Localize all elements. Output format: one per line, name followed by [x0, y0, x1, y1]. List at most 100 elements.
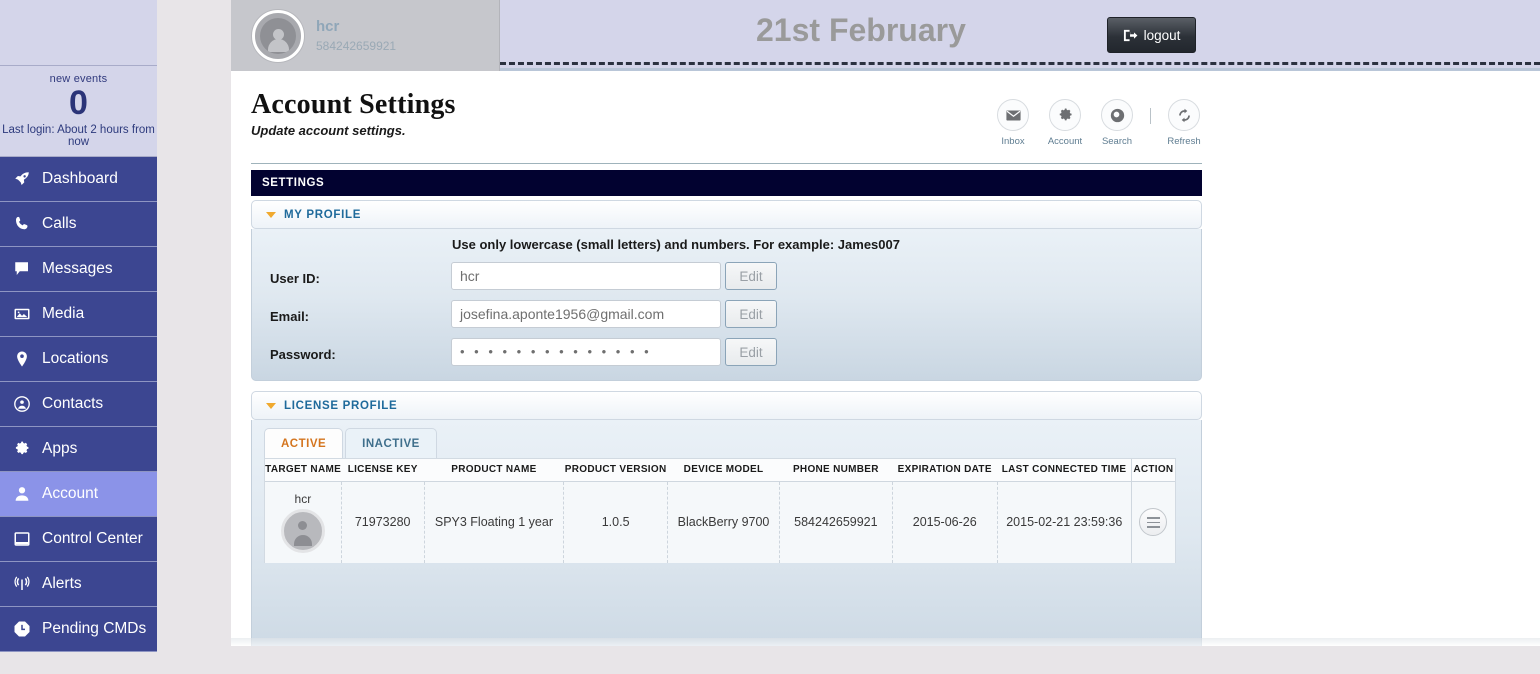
signal-tower-icon: [14, 576, 30, 590]
menu-lines-icon[interactable]: [1139, 508, 1168, 537]
gear-icon: [8, 438, 36, 460]
toolbar-item-refresh[interactable]: Refresh: [1158, 99, 1210, 147]
rocket-icon: [8, 168, 36, 190]
map-pin-icon: [8, 348, 36, 370]
cell-device-model: BlackBerry 9700: [667, 481, 781, 563]
sidebar-item-label: Messages: [42, 260, 113, 278]
sidebar-item-apps[interactable]: Apps: [0, 427, 157, 472]
edit-button[interactable]: Edit: [725, 300, 777, 328]
search-icon-button[interactable]: [1101, 99, 1133, 131]
settings-bar-title: SETTINGS: [262, 177, 325, 189]
toolbar-item-inbox[interactable]: Inbox: [987, 99, 1039, 147]
window-icon: [14, 532, 30, 546]
sidebar-item-label: Dashboard: [42, 170, 118, 188]
sidebar-item-contacts[interactable]: Contacts: [0, 382, 157, 427]
logout-arrow-icon: [1123, 29, 1138, 41]
sidebar-item-alerts[interactable]: Alerts: [0, 562, 157, 607]
edit-button[interactable]: Edit: [725, 262, 777, 290]
envelope-icon-button[interactable]: [997, 99, 1029, 131]
toolbar-item-search[interactable]: Search: [1091, 99, 1143, 147]
column-header: LICENSE KEY: [341, 459, 425, 482]
app-root: new events 0 Last login: About 2 hours f…: [0, 0, 1540, 674]
map-pin-icon: [17, 351, 27, 367]
profile-field-label: Password:: [270, 347, 336, 362]
top-header: hcr 584242659921 21st February logout: [231, 0, 1540, 71]
last-login-text: Last login: About 2 hours from now: [2, 124, 155, 148]
sidebar-events-box: new events 0 Last login: About 2 hours f…: [0, 66, 157, 157]
header-date: 21st February: [756, 12, 966, 48]
sidebar-item-label: Media: [42, 305, 85, 323]
clock-octagon-icon: [14, 621, 30, 637]
cell-phone-number: 584242659921: [779, 481, 893, 563]
phone-icon: [16, 216, 28, 230]
edit-button[interactable]: Edit: [725, 338, 777, 366]
profile-field-row: Password: • • • • • • • • • • • • • • Edit: [252, 338, 1201, 376]
header-user-box[interactable]: hcr 584242659921: [231, 0, 500, 71]
header-user-phone: 584242659921: [316, 38, 397, 53]
user-id-hint: Use only lowercase (small letters) and n…: [452, 237, 900, 252]
license-table: TARGET NAME LICENSE KEY PRODUCT NAME PRODUC…: [265, 459, 1175, 563]
sidebar-item-calls[interactable]: Calls: [0, 202, 157, 247]
profile-field-input[interactable]: • • • • • • • • • • • • • •: [451, 338, 721, 366]
sidebar-item-account[interactable]: Account: [0, 472, 157, 517]
sidebar-item-label: Alerts: [42, 575, 82, 593]
column-header: PRODUCT VERSION: [563, 459, 668, 482]
sidebar-item-control-center[interactable]: Control Center: [0, 517, 157, 562]
profile-field-label: User ID:: [270, 271, 320, 286]
sidebar-item-messages[interactable]: Messages: [0, 247, 157, 292]
sidebar-content-gap: [157, 0, 231, 646]
person-icon: [8, 483, 36, 505]
tab-inactive[interactable]: INACTIVE: [345, 428, 437, 458]
gear-icon-button[interactable]: [1049, 99, 1081, 131]
sidebar-item-label: Calls: [42, 215, 77, 233]
toolbar-item-label: Search: [1101, 136, 1133, 147]
my-profile-title: MY PROFILE: [284, 208, 362, 221]
my-profile-body: Use only lowercase (small letters) and n…: [251, 229, 1202, 381]
my-profile-section-header[interactable]: MY PROFILE: [251, 200, 1202, 229]
logout-button[interactable]: logout: [1107, 17, 1196, 53]
window-icon: [8, 528, 36, 550]
chevron-down-icon: [266, 211, 276, 218]
sidebar-item-media[interactable]: Media: [0, 292, 157, 337]
signal-tower-icon: [8, 573, 36, 595]
clock-octagon-icon: [8, 618, 36, 640]
refresh-icon-button[interactable]: [1168, 99, 1200, 131]
search-icon: [1110, 108, 1124, 122]
header-date-box: 21st February logout: [500, 0, 1540, 71]
toolbar-item-account[interactable]: Account: [1039, 99, 1091, 147]
sidebar-item-label: Pending CMDs: [42, 620, 147, 638]
cell-last-connected-time: 2015-02-21 23:59:36: [997, 481, 1132, 563]
cell-license-key: 71973280: [341, 481, 425, 563]
sidebar: new events 0 Last login: About 2 hours f…: [0, 0, 157, 652]
column-header: PHONE NUMBER: [779, 459, 893, 482]
toolbar-item-label: Inbox: [1001, 136, 1025, 147]
cell-action: [1130, 481, 1175, 563]
license-table-wrapper: TARGET NAME LICENSE KEY PRODUCT NAME PRODUC…: [264, 458, 1176, 563]
toolbar-separator: [1150, 108, 1151, 124]
tab-active[interactable]: ACTIVE: [264, 428, 344, 458]
sidebar-item-label: Control Center: [42, 530, 143, 548]
column-header: LAST CONNECTED TIME: [997, 459, 1132, 482]
refresh-icon: [1178, 108, 1190, 122]
person-icon: [15, 487, 29, 501]
license-profile-section-header[interactable]: LICENSE PROFILE: [251, 391, 1202, 420]
target-name-label: hcr: [294, 491, 312, 506]
cell-product-name: SPY3 Floating 1 year: [424, 481, 565, 563]
sidebar-item-pending-cmds[interactable]: Pending CMDs: [0, 607, 157, 652]
chevron-down-icon: [266, 402, 276, 409]
chat-bubble-icon: [8, 258, 36, 280]
sidebar-item-label: Account: [42, 485, 99, 503]
profile-field-input[interactable]: hcr: [451, 262, 721, 290]
page-header: Account Settings Update account settings…: [251, 89, 456, 138]
image-icon: [14, 308, 30, 320]
cell-target-name: hcr: [265, 481, 342, 563]
sidebar-item-locations[interactable]: Locations: [0, 337, 157, 382]
main-content: Account Settings Update account settings…: [231, 71, 1540, 674]
target-avatar: [280, 508, 325, 553]
avatar: [252, 9, 304, 62]
sidebar-logo-area: [0, 0, 157, 66]
sidebar-item-dashboard[interactable]: Dashboard: [0, 157, 157, 202]
profile-field-input[interactable]: josefina.aponte1956@gmail.com: [451, 300, 721, 328]
column-header: TARGET NAME: [265, 459, 342, 482]
phone-icon: [8, 213, 36, 235]
